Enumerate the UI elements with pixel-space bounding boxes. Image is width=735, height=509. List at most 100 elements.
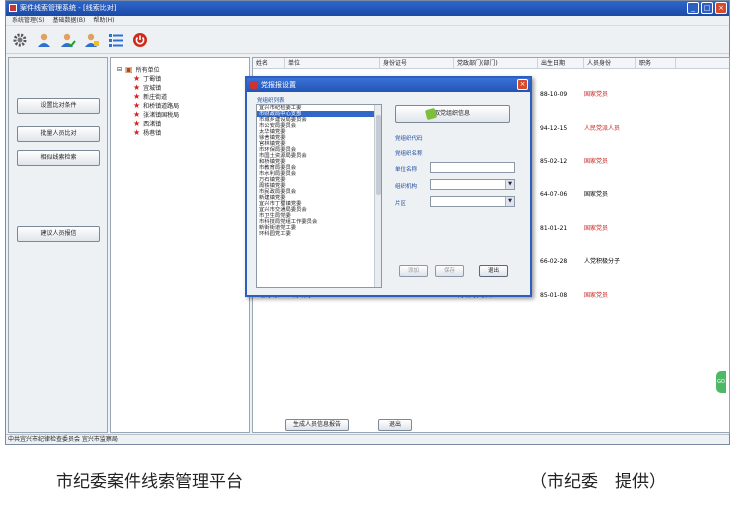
caption-credit: （市纪委 提供） [530, 472, 666, 492]
chevron-down-icon: ▼ [505, 197, 514, 206]
folder-icon: ▣ [125, 64, 133, 74]
org-settings-dialog: 党报报设置 × 党组织列表 宜兴市纪检委工委 市财政局中心支部 市城乡建设局委员会市… [245, 76, 532, 297]
status-cell: 国家党员 [584, 225, 609, 232]
region-select[interactable]: ▼ [430, 196, 515, 207]
gear-icon[interactable] [11, 31, 29, 49]
birth-cell: 85-01-08 [540, 292, 568, 299]
batch-person-compare-button[interactable]: 批量人员比对 [17, 126, 100, 142]
exit-button[interactable]: 退出 [378, 419, 412, 431]
star-icon: ★ [133, 91, 141, 101]
power-icon[interactable] [131, 31, 149, 49]
status-cell: 国家党员 [584, 158, 609, 165]
dialog-exit-button[interactable]: 退出 [479, 265, 508, 277]
collapse-icon: ⊟ [117, 66, 123, 73]
tree-root[interactable]: ⊟ ▣ 所有单位 [117, 65, 160, 74]
list-header: 党组织列表 [257, 98, 285, 104]
birth-cell: 64-07-06 [540, 191, 568, 198]
maximize-button[interactable]: □ [701, 2, 713, 14]
col-dept[interactable]: 党政部门(部门) [454, 58, 538, 68]
app-icon [9, 4, 17, 12]
status-cell: 人党积极分子 [584, 258, 621, 265]
grid-header: 姓名 单位 身份证号 党政部门(部门) 出生日期 人员身份 职务 [253, 58, 729, 69]
col-unit[interactable]: 单位 [285, 58, 380, 68]
birth-cell: 81-01-21 [540, 225, 568, 232]
status-cell: 国家党员 [584, 91, 609, 98]
left-panel: 设置比对条件 批量人员比对 相似线索检索 建议人员报信 [8, 57, 108, 433]
menu-system[interactable]: 系统管理(S) [12, 16, 45, 25]
tree-item-label: 新庄街道 [143, 94, 168, 101]
caption-title: 市纪委案件线索管理平台 [56, 472, 243, 492]
star-icon: ★ [133, 109, 141, 119]
tree-item[interactable]: ★ 杨巷镇 [133, 128, 161, 137]
title-bar: 案件线索管理系统 - [线索比对] _ □ × [6, 1, 729, 16]
tree-item[interactable]: ★ 丁蜀镇 [133, 74, 161, 83]
menu-help[interactable]: 帮助(H) [93, 16, 114, 25]
similar-clue-search-button[interactable]: 相似线索检索 [17, 150, 100, 166]
star-icon: ★ [133, 118, 141, 128]
org-type-select[interactable]: ▼ [430, 179, 515, 190]
org-list[interactable]: 宜兴市纪检委工委 市财政局中心支部 市城乡建设局委员会 市公安局委员会 太华镇党委 徐舍镇… [256, 104, 382, 288]
menu-bar: 系统管理(S) 基础数据(B) 帮助(H) [6, 16, 729, 26]
tree-item-label: 杨巷镇 [143, 130, 162, 137]
tree-item-label: 西渚镇 [143, 121, 162, 128]
tree-root-label: 所有单位 [135, 67, 160, 74]
minimize-button[interactable]: _ [687, 2, 699, 14]
menu-basic-data[interactable]: 基础数据(B) [53, 16, 86, 25]
status-cell: 国家党员 [584, 292, 609, 299]
unit-tree: ⊟ ▣ 所有单位 ★ 丁蜀镇 ★ 宜城镇 ★ 新庄街道 ★ 和桥镇道路局 ★ 张渚镇国税局… [110, 57, 250, 433]
unit-name-label: 单位名称 [395, 167, 418, 173]
col-birth[interactable]: 出生日期 [538, 58, 584, 68]
star-icon: ★ [133, 73, 141, 83]
org-code-label: 党组织代码 [395, 136, 423, 142]
dialog-title-bar: 党报报设置 × [247, 78, 530, 92]
col-name[interactable]: 姓名 [253, 58, 285, 68]
status-bar: 中共宜兴市纪律检查委员会 宜兴市监察局 [6, 434, 729, 444]
tree-item[interactable]: ★ 西渚镇 [133, 119, 161, 128]
tree-item-label: 宜城镇 [143, 85, 162, 92]
dialog-title: 党报报设置 [261, 81, 296, 89]
star-icon: ★ [133, 82, 141, 92]
org-type-label: 组织机构 [395, 184, 418, 190]
org-list-item[interactable]: 环科园党工委 [257, 231, 381, 237]
birth-cell: 85-02-12 [540, 158, 568, 165]
scroll-thumb[interactable] [376, 115, 381, 195]
dialog-close-button[interactable]: × [517, 79, 528, 90]
tree-item[interactable]: ★ 和桥镇道路局 [133, 101, 179, 110]
fetch-icon [424, 107, 438, 121]
birth-cell: 66-02-28 [540, 258, 568, 265]
col-post[interactable]: 职务 [636, 58, 676, 68]
star-icon: ★ [133, 100, 141, 110]
suggest-person-report-button[interactable]: 建议人员报信 [17, 226, 100, 242]
tree-item[interactable]: ★ 新庄街道 [133, 92, 167, 101]
close-button[interactable]: × [715, 2, 727, 14]
list-scrollbar[interactable] [374, 105, 381, 287]
user-check-icon[interactable] [59, 31, 77, 49]
org-name-label: 党组织名称 [395, 151, 423, 157]
star-icon: ★ [133, 127, 141, 137]
region-label: 片区 [395, 201, 407, 207]
status-cell: 人民党派人员 [584, 125, 621, 132]
col-status[interactable]: 人员身份 [584, 58, 636, 68]
unit-name-input[interactable] [430, 162, 515, 173]
user-icon[interactable] [35, 31, 53, 49]
chevron-down-icon: ▼ [505, 180, 514, 189]
birth-cell: 88-10-09 [540, 91, 568, 98]
tree-item-label: 丁蜀镇 [143, 76, 162, 83]
fetch-org-info-button[interactable]: 获取党组织信息 [395, 105, 510, 123]
generate-report-button[interactable]: 生成人员信息报告 [285, 419, 349, 431]
col-id[interactable]: 身份证号 [380, 58, 454, 68]
add-button[interactable]: 添加 [399, 265, 428, 277]
tree-item-label: 张渚镇国税局 [143, 112, 180, 119]
status-cell: 国家党员 [584, 191, 609, 198]
save-button[interactable]: 保存 [435, 265, 464, 277]
tree-item[interactable]: ★ 张渚镇国税局 [133, 110, 179, 119]
window-title: 案件线索管理系统 - [线索比对] [20, 4, 117, 12]
list-icon[interactable] [107, 31, 125, 49]
tree-item-label: 和桥镇道路局 [143, 103, 180, 110]
user-edit-icon[interactable] [83, 31, 101, 49]
tree-item[interactable]: ★ 宜城镇 [133, 83, 161, 92]
side-float-tab[interactable]: GO [716, 371, 726, 393]
set-compare-condition-button[interactable]: 设置比对条件 [17, 98, 100, 114]
dialog-app-icon [250, 81, 258, 89]
toolbar [6, 26, 729, 54]
